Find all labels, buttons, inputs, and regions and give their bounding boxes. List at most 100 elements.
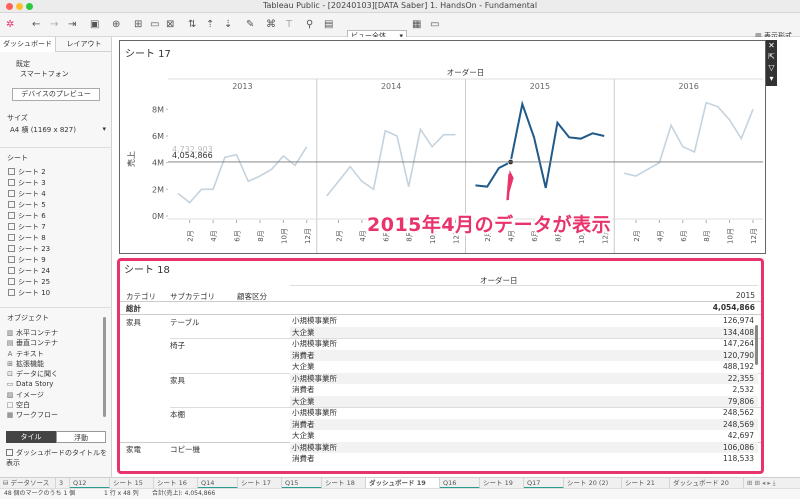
tile-toggle[interactable]: タイル [6, 431, 56, 443]
more-options-icon[interactable]: ▾ [766, 73, 777, 84]
zoom-window-button[interactable] [26, 3, 33, 10]
forward-icon[interactable]: → [50, 18, 58, 32]
device-phone[interactable]: スマートフォン [20, 69, 69, 79]
subcategory-label[interactable]: 椅子 [170, 340, 185, 351]
sheet-item[interactable]: シート 6 [8, 211, 108, 222]
workflow-icon: ▦ [6, 411, 14, 420]
table-row[interactable]: 小規模事業所 22,355 [290, 372, 758, 384]
sheet-item[interactable]: シート 9 [8, 255, 108, 266]
subcategory-label[interactable]: 家具 [170, 375, 185, 386]
y-axis-label: 売上 [126, 151, 136, 167]
back-icon[interactable]: ← [32, 18, 40, 32]
series-line-2015 [475, 100, 605, 189]
table-row[interactable]: 大企業 134,408 [290, 326, 758, 338]
close-icon[interactable]: ✕ [766, 40, 777, 51]
table-row[interactable]: 消費者 2,532 [290, 384, 758, 396]
sheet-item[interactable]: シート 3 [8, 178, 108, 189]
minimize-window-button[interactable] [16, 3, 23, 10]
sheet-item[interactable]: シート 4 [8, 189, 108, 200]
header-year[interactable]: 2015 [736, 291, 755, 300]
table-row[interactable]: 小規模事業所 126,974 [290, 315, 758, 327]
table-row[interactable]: 大企業 79,806 [290, 395, 758, 407]
series-line-2014 [326, 127, 456, 197]
object-item-horizontal[interactable]: ▥ 水平コンテナ [6, 328, 106, 338]
object-item-extension[interactable]: ⊞ 拡張機能 [6, 359, 106, 369]
go-to-sheet-icon[interactable]: ⇱ [766, 51, 777, 62]
highlight-icon[interactable]: ✎ [246, 18, 254, 32]
device-preview-button[interactable]: デバイスのプレビュー [12, 88, 100, 101]
table-row[interactable]: 消費者 120,790 [290, 349, 758, 361]
subcategory-label[interactable]: コピー機 [170, 444, 200, 455]
sheet-item[interactable]: シート 7 [8, 222, 108, 233]
duplicate-icon[interactable]: ▭ [150, 18, 159, 32]
object-item-workflow[interactable]: ▦ ワークフロー [6, 410, 106, 420]
segment-cell: 大企業 [292, 362, 315, 371]
sheet-item[interactable]: シート 23 [8, 244, 108, 255]
sheet-item[interactable]: シート 24 [8, 266, 108, 277]
month-tick-label: 6月 [680, 230, 688, 241]
sidebar-scrollbar[interactable] [103, 317, 106, 417]
table-row[interactable]: 小規模事業所 106,086 [290, 441, 758, 453]
subcategory-label[interactable]: テーブル [170, 317, 200, 328]
sheet18-panel[interactable]: シート 18 オーダー日 カテゴリ サブカテゴリ 顧客区分 2015 総計 4,… [117, 258, 764, 474]
float-toggle[interactable]: 浮動 [56, 431, 106, 443]
show-title-checkbox[interactable]: ダッシュボードのタイトルを表示 [6, 448, 110, 468]
data-point [603, 135, 605, 137]
label-icon[interactable]: T [286, 18, 292, 32]
table-row[interactable]: 小規模事業所 147,264 [290, 338, 758, 350]
sort-desc-icon[interactable]: ⇣ [224, 18, 232, 32]
new-sheet-icon[interactable]: ⊞ [134, 18, 142, 32]
sheet17-panel[interactable]: シート 17 オーダー日 売上 0M 2M 4M 6M 8M 2013 2月 4月 6月 8月 10月 1… [119, 40, 766, 254]
sheet-item[interactable]: シート 5 [8, 200, 108, 211]
data-point [670, 125, 672, 127]
object-item-text[interactable]: A テキスト [6, 349, 106, 359]
table-row[interactable]: 大企業 42,697 [290, 430, 758, 442]
filter-icon[interactable]: ▽ [766, 62, 777, 73]
sort-asc-icon[interactable]: ⇡ [206, 18, 214, 32]
table-scrollbar[interactable] [755, 325, 758, 365]
close-window-button[interactable] [6, 3, 13, 10]
sheet-list: シート 2 シート 3 シート 4 シート 5 シート 6 シート 7 シート … [8, 167, 108, 299]
data-point [384, 130, 386, 132]
sheet-icon [8, 278, 15, 285]
new-datasource-icon[interactable]: ⊕ [112, 18, 120, 32]
save-icon[interactable]: ▣ [90, 18, 99, 32]
tableau-logo-icon[interactable]: ✲ [6, 18, 14, 32]
clear-icon[interactable]: ⊠ [166, 18, 174, 32]
sheet-icon [8, 168, 15, 175]
object-item-ask-data[interactable]: ⊡ データに聞く [6, 369, 106, 379]
object-item-image[interactable]: ▨ イメージ [6, 390, 106, 400]
size-select[interactable]: A4 横 (1169 x 827) ▾ [10, 125, 106, 135]
sheet-item[interactable]: シート 10 [8, 288, 108, 299]
year-header: 2015 [530, 82, 550, 91]
year-header: 2013 [232, 82, 252, 91]
object-item-blank[interactable]: □ 空白 [6, 400, 106, 410]
show-cards-icon[interactable]: ▦ [412, 18, 421, 32]
data-point [635, 175, 637, 177]
device-default[interactable]: 既定 [16, 59, 30, 69]
fit-icon[interactable]: ▤ [324, 18, 333, 32]
pin-icon[interactable]: ⚲ [306, 18, 313, 32]
category-label[interactable]: 家電 [126, 444, 141, 455]
data-point [717, 106, 719, 108]
table-row[interactable]: 大企業 488,192 [290, 361, 758, 373]
sheet-item[interactable]: シート 8 [8, 233, 108, 244]
subcategory-label[interactable]: 本棚 [170, 409, 185, 420]
swap-icon[interactable]: ⇅ [188, 18, 196, 32]
replay-icon[interactable]: ⇥ [68, 18, 76, 32]
blank-icon: □ [6, 401, 14, 410]
table-row[interactable]: 消費者 118,533 [290, 453, 758, 465]
data-point [475, 185, 477, 187]
data-point [212, 189, 214, 191]
tab-dashboard[interactable]: ダッシュボード [0, 37, 56, 52]
category-label[interactable]: 家具 [126, 317, 141, 328]
presentation-mode-icon[interactable]: ▭ [430, 18, 439, 32]
group-icon[interactable]: ⌘ [266, 18, 276, 32]
object-item-vertical[interactable]: ▤ 垂直コンテナ [6, 338, 106, 348]
tab-layout[interactable]: レイアウト [56, 37, 112, 52]
sheet-item[interactable]: シート 2 [8, 167, 108, 178]
table-row[interactable]: 消費者 248,569 [290, 418, 758, 430]
table-row[interactable]: 小規模事業所 248,562 [290, 407, 758, 419]
sheet-item[interactable]: シート 25 [8, 277, 108, 288]
object-item-data-story[interactable]: ▭ Data Story [6, 379, 106, 389]
